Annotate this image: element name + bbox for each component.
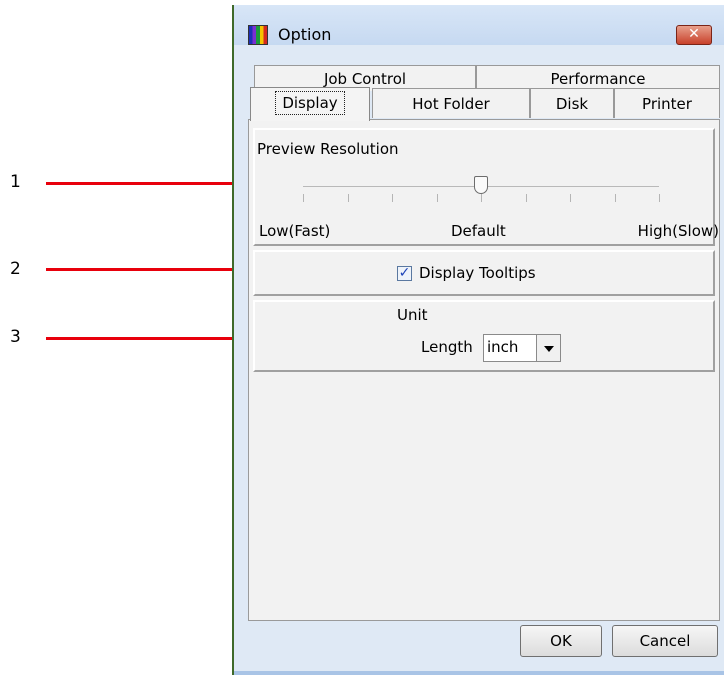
slider-tick xyxy=(615,194,616,202)
tab-label: Disk xyxy=(555,95,589,113)
tab-label: Performance xyxy=(550,70,646,88)
tab-disk[interactable]: Disk xyxy=(530,88,614,118)
slider-tick xyxy=(303,194,304,202)
title-bar[interactable]: Option ✕ xyxy=(234,5,724,45)
chevron-down-icon[interactable] xyxy=(536,335,560,361)
slider-tick xyxy=(570,194,571,202)
tab-label: Printer xyxy=(642,95,692,113)
default-label: Default xyxy=(451,222,506,240)
slider-thumb[interactable] xyxy=(474,176,488,194)
preview-resolution-label: Preview Resolution xyxy=(257,140,399,158)
slider-tick xyxy=(526,194,527,202)
high-slow-label: High(Slow) xyxy=(637,222,719,240)
slider-tick xyxy=(659,194,660,202)
length-label: Length xyxy=(421,338,473,356)
slider-tick xyxy=(392,194,393,202)
length-unit-value: inch xyxy=(487,338,519,356)
close-x-icon: ✕ xyxy=(688,26,700,42)
tab-hot-folder[interactable]: Hot Folder xyxy=(372,88,530,118)
callout-number-3: 3 xyxy=(10,327,21,347)
cancel-button[interactable]: Cancel xyxy=(612,625,718,657)
tab-printer[interactable]: Printer xyxy=(614,88,720,118)
tab-label: Display xyxy=(275,91,345,115)
slider-tick xyxy=(437,194,438,202)
app-color-bars-icon xyxy=(248,25,268,45)
display-tab-panel: Preview Resolution Low(Fast) Default Hig… xyxy=(248,119,720,621)
tab-display[interactable]: Display xyxy=(250,87,370,121)
slider-tick xyxy=(348,194,349,202)
ok-button[interactable]: OK xyxy=(520,625,602,657)
option-dialog: Option ✕ Job Control Performance Display… xyxy=(232,5,724,675)
unit-heading: Unit xyxy=(397,306,428,324)
preview-resolution-slider[interactable] xyxy=(303,170,660,210)
display-tooltips-checkbox[interactable]: ✓ xyxy=(397,266,412,281)
window-bottom-edge xyxy=(234,671,724,675)
callout-number-2: 2 xyxy=(10,259,21,279)
unit-group: Unit Length inch xyxy=(253,300,715,372)
display-tooltips-label: Display Tooltips xyxy=(419,264,536,282)
preview-resolution-group: Preview Resolution Low(Fast) Default Hig… xyxy=(253,128,719,246)
length-unit-select[interactable]: inch xyxy=(483,334,561,362)
tab-label: Hot Folder xyxy=(412,95,490,113)
tab-label: Job Control xyxy=(323,70,407,88)
callout-number-1: 1 xyxy=(10,172,21,192)
cancel-button-label: Cancel xyxy=(639,632,691,650)
slider-tick xyxy=(481,194,482,202)
close-button[interactable]: ✕ xyxy=(676,25,712,45)
ok-button-label: OK xyxy=(550,632,572,650)
checkmark-icon: ✓ xyxy=(398,265,411,281)
tooltips-group: ✓ Display Tooltips xyxy=(253,250,715,296)
low-fast-label: Low(Fast) xyxy=(259,222,331,240)
window-title: Option xyxy=(278,25,332,44)
